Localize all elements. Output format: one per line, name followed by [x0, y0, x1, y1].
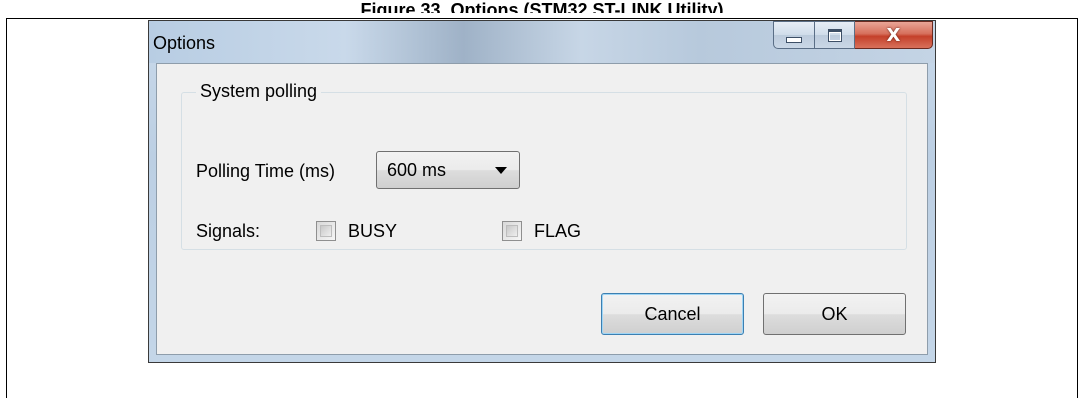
minimize-icon: [786, 37, 802, 43]
options-dialog: Options X System polling Polling Time (m…: [148, 20, 936, 363]
cancel-button[interactable]: Cancel: [601, 293, 744, 335]
maximize-button[interactable]: [815, 21, 855, 49]
polling-time-value: 600 ms: [387, 159, 447, 180]
group-legend: System polling: [196, 81, 322, 102]
window-title: Options: [153, 33, 216, 53]
close-icon: X: [886, 24, 901, 46]
chevron-down-icon: [495, 167, 507, 174]
signals-label: Signals:: [196, 221, 261, 241]
dialog-client-area: System polling Polling Time (ms) 600 ms …: [156, 63, 928, 355]
busy-checkbox[interactable]: [316, 221, 336, 241]
close-button[interactable]: X: [855, 21, 933, 49]
flag-checkbox[interactable]: [502, 221, 522, 241]
minimize-button[interactable]: [773, 21, 815, 49]
document-caption: Figure 33. Options (STM32 ST-LINK Utilit…: [360, 1, 724, 13]
system-polling-group: System polling Polling Time (ms) 600 ms …: [181, 81, 907, 250]
polling-time-select[interactable]: 600 ms: [376, 151, 520, 189]
maximize-icon: [827, 28, 842, 42]
polling-time-label: Polling Time (ms): [196, 161, 336, 181]
busy-label: BUSY: [348, 221, 398, 241]
window-controls: X: [773, 21, 933, 51]
ok-button[interactable]: OK: [763, 293, 906, 335]
title-bar[interactable]: Options X: [149, 21, 935, 63]
flag-label: FLAG: [534, 221, 582, 241]
